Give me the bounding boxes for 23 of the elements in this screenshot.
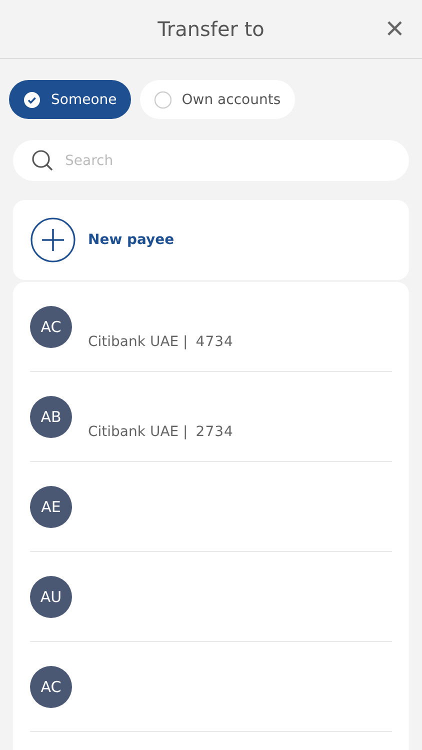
initials-avatar: AE — [30, 486, 72, 528]
payee-row[interactable]: AB Citibank UAE | 2734 — [30, 372, 392, 462]
plus-icon — [30, 217, 76, 263]
payee-row[interactable]: AU — [30, 552, 392, 642]
close-button[interactable]: × — [381, 12, 408, 44]
bank-name: Citibank UAE | — [88, 334, 188, 350]
initials-avatar: AU — [30, 576, 72, 618]
account-number: 4734 — [196, 334, 234, 350]
payee-row[interactable]: AC — [30, 642, 392, 732]
search-field[interactable]: Search — [13, 140, 409, 181]
initials-avatar: AC — [30, 666, 72, 708]
bank-name: Citibank UAE | — [88, 424, 188, 440]
filter-tab[interactable]: Own accounts — [140, 80, 295, 119]
payee-row[interactable]: AC Citibank UAE | 4734 — [30, 282, 392, 372]
check-icon — [23, 90, 41, 108]
initials-avatar: AB — [30, 396, 72, 438]
initials-avatar: AC — [30, 306, 72, 348]
account-number: 2734 — [196, 424, 234, 440]
radio-icon — [154, 90, 172, 108]
new-payee-button[interactable]: New payee — [13, 200, 409, 280]
screen-title: Transfer to — [158, 17, 264, 41]
payee-row[interactable]: AE — [30, 462, 392, 552]
filter-tab[interactable]: Someone — [9, 80, 131, 119]
